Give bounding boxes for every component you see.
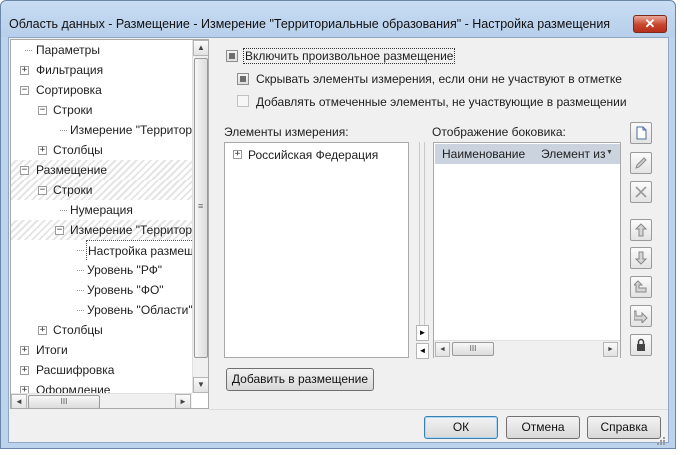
tree-vertical-thumb[interactable]: ≡ xyxy=(194,58,208,358)
tree-item-parameters[interactable]: Параметры xyxy=(11,40,192,60)
tree-item-label: Размещение xyxy=(36,163,107,177)
ok-button[interactable]: ОК xyxy=(424,416,498,439)
grid-header: Наименование Элемент из ▼ xyxy=(435,144,620,164)
tree-item-label: Фильтрация xyxy=(36,63,104,77)
remove-arrow-icon[interactable]: ◄ xyxy=(416,343,429,359)
delete-cross-icon[interactable] xyxy=(630,181,652,203)
elements-list[interactable]: + Российская Федерация xyxy=(224,142,409,358)
tree-item-label: Сортировка xyxy=(36,83,102,97)
expand-icon[interactable]: + xyxy=(20,346,29,355)
tree-item-level-rf[interactable]: Уровень "РФ" xyxy=(11,260,192,280)
expand-icon[interactable]: + xyxy=(233,150,242,159)
column-element-header[interactable]: Элемент из xyxy=(541,147,606,161)
settings-tree: Параметры + Фильтрация − Сортировка − Ст… xyxy=(10,39,209,409)
new-document-icon[interactable] xyxy=(630,122,652,144)
tree-item-totals[interactable]: + Итоги xyxy=(11,340,192,360)
tree-item-sorting-rows[interactable]: − Строки xyxy=(11,100,192,120)
tree-item-placement-settings[interactable]: Настройка размещения xyxy=(11,240,192,260)
add-arrow-icon[interactable]: ► xyxy=(416,325,429,341)
tree-item-label: Измерение "Территориальные образования" xyxy=(70,223,192,237)
tree-item-filtering[interactable]: + Фильтрация xyxy=(11,60,192,80)
lock-icon[interactable] xyxy=(630,334,652,356)
close-button[interactable]: ✕ xyxy=(633,15,667,33)
expand-icon[interactable]: + xyxy=(38,326,47,335)
tree-item-label: Настройка размещения xyxy=(86,240,192,260)
expand-icon[interactable]: + xyxy=(20,66,29,75)
edit-pencil-icon[interactable] xyxy=(630,152,652,174)
tree-item-sorting-columns[interactable]: + Столбцы xyxy=(11,140,192,160)
tree-item-label: Строки xyxy=(53,103,93,117)
sidebar-view-label: Отображение боковика: xyxy=(432,125,566,139)
cancel-button[interactable]: Отмена xyxy=(506,416,580,439)
tree-item-level-regions[interactable]: Уровень "Области" xyxy=(11,300,192,320)
collapse-icon[interactable]: − xyxy=(38,106,47,115)
tree-item-label: Расшифровка xyxy=(36,363,115,377)
expand-icon[interactable]: + xyxy=(20,386,29,393)
element-item-russia[interactable]: Российская Федерация xyxy=(248,148,378,162)
enable-custom-placement-label[interactable]: Включить произвольное размещение xyxy=(243,48,456,64)
scroll-right-icon[interactable]: ► xyxy=(603,342,618,357)
tree-item-label: Уровень "РФ" xyxy=(87,263,163,277)
tree-item-label: Оформление xyxy=(36,383,111,393)
title-bar: Область данных - Размещение - Измерение … xyxy=(1,1,675,37)
tree-item-label: Столбцы xyxy=(53,323,103,337)
add-marked-checkbox[interactable] xyxy=(237,95,249,107)
scroll-left-icon[interactable]: ◄ xyxy=(11,394,27,408)
expand-icon[interactable]: + xyxy=(38,146,47,155)
scroll-right-icon[interactable]: ► xyxy=(175,394,191,408)
collapse-icon[interactable]: − xyxy=(38,186,47,195)
resize-grip-icon[interactable] xyxy=(655,435,665,445)
collapse-icon[interactable]: − xyxy=(55,226,64,235)
dialog-window: Область данных - Размещение - Измерение … xyxy=(0,0,676,449)
tree-item-placement-dimension[interactable]: − Измерение "Территориальные образования… xyxy=(11,220,192,240)
tree-item-level-fo[interactable]: Уровень "ФО" xyxy=(11,280,192,300)
tree-item-placement[interactable]: − Размещение xyxy=(11,160,192,180)
help-button[interactable]: Справка xyxy=(587,416,661,439)
column-name-header[interactable]: Наименование xyxy=(442,147,525,161)
tree-item-drilldown[interactable]: + Расшифровка xyxy=(11,360,192,380)
move-down-icon[interactable] xyxy=(630,247,652,269)
tree-item-placement-columns[interactable]: + Столбцы xyxy=(11,320,192,340)
splitter[interactable] xyxy=(419,142,425,328)
bottom-separator xyxy=(209,409,668,410)
dialog-client-area: Параметры + Фильтрация − Сортировка − Ст… xyxy=(8,37,669,443)
tree-vertical-scrollbar[interactable]: ▲ ≡ ▼ xyxy=(192,40,208,393)
grip-icon: ≡ xyxy=(198,201,204,211)
collapse-icon[interactable]: − xyxy=(20,166,29,175)
move-up-icon[interactable] xyxy=(630,219,652,241)
tree-item-label: Итоги xyxy=(36,343,68,357)
tree-item-label: Столбцы xyxy=(53,143,103,157)
scroll-up-icon[interactable]: ▲ xyxy=(193,40,208,56)
hide-elements-checkbox[interactable] xyxy=(237,73,249,85)
tree-item-formatting[interactable]: + Оформление xyxy=(11,380,192,393)
tree-item-label: Нумерация xyxy=(70,203,133,217)
tree-item-sorting-dimension[interactable]: Измерение "Территориальные образования" xyxy=(11,120,192,140)
enable-custom-placement-checkbox[interactable] xyxy=(226,50,238,62)
tree-horizontal-thumb[interactable]: III xyxy=(28,395,100,408)
tree-item-label: Параметры xyxy=(36,43,100,57)
tree-item-label: Строки xyxy=(53,183,93,197)
expand-icon[interactable]: + xyxy=(20,366,29,375)
scroll-left-icon[interactable]: ◄ xyxy=(435,342,450,357)
tree-item-placement-rows[interactable]: − Строки xyxy=(11,180,192,200)
add-to-placement-button[interactable]: Добавить в размещение xyxy=(226,368,374,391)
tree-item-label: Уровень "ФО" xyxy=(87,283,164,297)
scroll-down-icon[interactable]: ▼ xyxy=(193,377,208,393)
sidebar-view-grid[interactable]: Наименование Элемент из ▼ ◄ III ► xyxy=(433,142,621,358)
grid-horizontal-scrollbar[interactable]: ◄ III ► xyxy=(434,340,620,358)
tree-item-sorting[interactable]: − Сортировка xyxy=(11,80,192,100)
level-up-icon[interactable] xyxy=(630,276,652,298)
tree-item-label: Измерение "Территориальные образования" xyxy=(70,123,192,137)
hide-elements-label: Скрывать элементы измерения, если они не… xyxy=(256,72,622,86)
window-title: Область данных - Размещение - Измерение … xyxy=(9,17,611,31)
chevron-down-icon[interactable]: ▼ xyxy=(606,149,613,156)
tree-item-numbering[interactable]: Нумерация xyxy=(11,200,192,220)
collapse-icon[interactable]: − xyxy=(20,86,29,95)
level-down-icon[interactable] xyxy=(630,305,652,327)
tree-horizontal-scrollbar[interactable]: ◄ III ► xyxy=(11,393,192,408)
tree-item-label: Уровень "Области" xyxy=(87,303,192,317)
grid-horizontal-thumb[interactable]: III xyxy=(452,342,494,356)
add-marked-label: Добавлять отмеченные элементы, не участв… xyxy=(256,95,627,109)
elements-label: Элементы измерения: xyxy=(224,125,349,139)
